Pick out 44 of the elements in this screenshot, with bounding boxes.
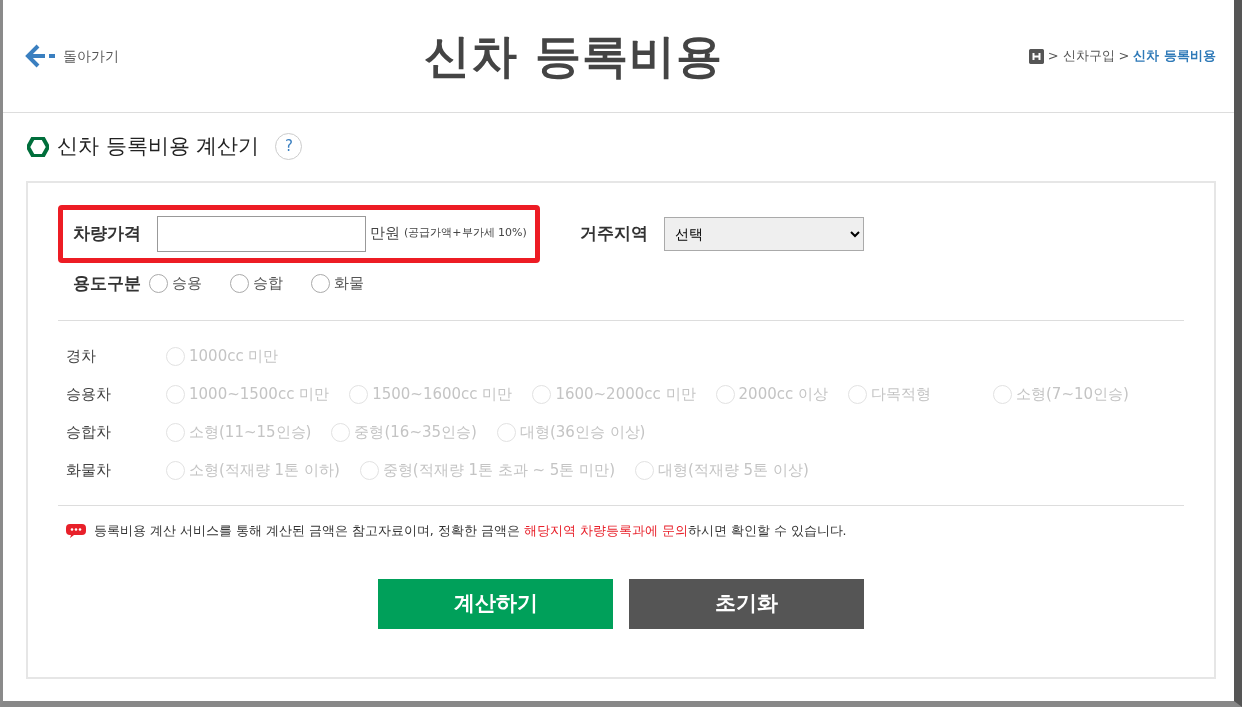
row-label: 화물차 [66,459,112,481]
option-label: 2000cc 이상 [738,383,828,405]
option-label[interactable]: 화물 [334,272,364,295]
option-label: 대형(36인승 이상) [519,421,646,443]
radio-button[interactable] [149,273,168,293]
breadcrumb-link[interactable]: 신차구입 [1062,46,1115,66]
unit-label: 만원 [370,223,400,245]
section-title: 신차 등록비용 계산기 [57,133,260,160]
price-input[interactable] [157,215,366,252]
field-label: 거주지역 [579,221,648,245]
option-label: 소형(적재량 1톤 이하) [189,459,340,481]
option-label: 소형(11~15인승) [189,421,312,443]
back-link[interactable]: 돌아가기 [25,43,119,69]
region-select[interactable]: 선택 [663,216,864,251]
radio-button[interactable] [230,273,249,293]
option-label: 소형(7~10인승) [1016,383,1129,405]
option-label: 1600~2000cc 미만 [555,383,696,405]
option-label[interactable]: 승용 [172,272,202,295]
option-label: 1000cc 미만 [189,345,279,367]
notice-text: 등록비용 계산 서비스를 통해 계산된 금액은 참고자료이며, 정확한 금액은 해당지역 차량등록과에 문의하시면 확인할 수 있습니다. [94,522,847,540]
price-note: (공급가액+부가세 10%) [404,225,527,242]
reset-button[interactable]: 초기화 [629,578,864,629]
field-label: 용도구분 [73,271,141,295]
page-title: 신차 등록비용 [424,27,724,85]
speech-bubble-icon [66,524,86,539]
home-icon[interactable] [1028,48,1044,64]
option-label: 1500~1600cc 미만 [372,383,513,405]
option-label: 중형(16~35인승) [354,421,477,443]
option-label: 중형(적재량 1톤 초과 ~ 5톤 미만) [382,459,615,481]
breadcrumb-link[interactable]: 신차 등록비용 [1133,46,1216,66]
radio-button[interactable] [311,273,330,293]
option-label: 대형(적재량 5톤 이상) [658,459,809,481]
option-label: 1000~1500cc 미만 [189,383,330,405]
help-button[interactable]: ? [275,133,303,161]
row-label: 승용차 [66,383,112,405]
option-label[interactable]: 승합 [253,272,283,295]
field-label: 차량가격 [73,221,141,245]
back-arrow-icon [25,43,55,69]
breadcrumb-separator: > [1047,47,1059,66]
option-label: 다목적형 [871,383,931,405]
row-label: 승합차 [66,421,112,443]
hexagon-icon [27,136,49,157]
row-label: 경차 [66,345,97,367]
breadcrumb-separator: > [1118,47,1130,66]
